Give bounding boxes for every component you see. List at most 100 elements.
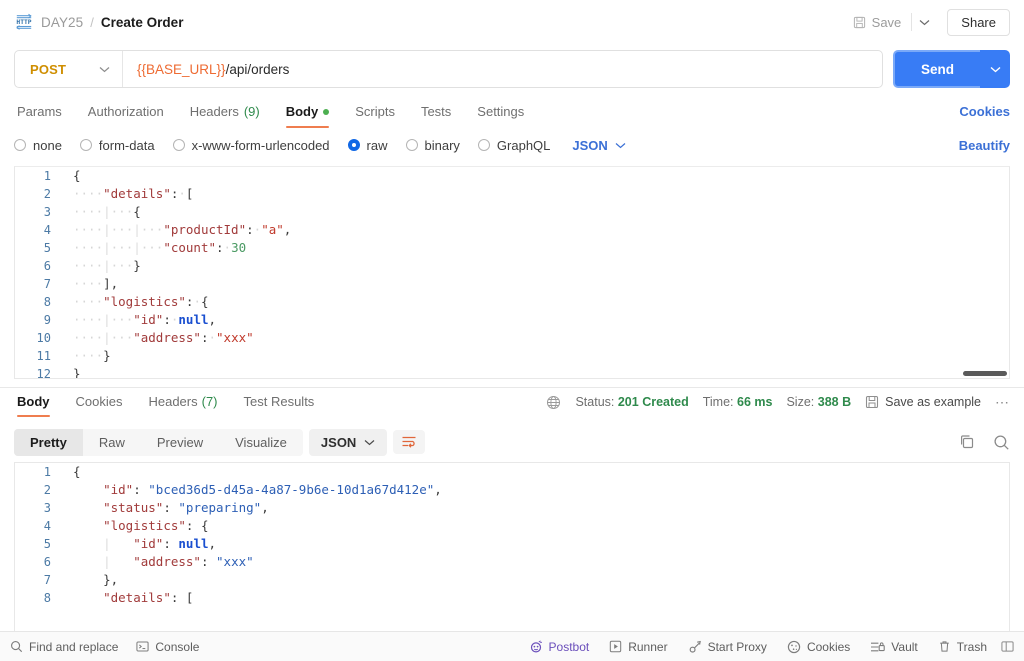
request-tab-body[interactable]: Body bbox=[273, 104, 343, 128]
send-button[interactable]: Send bbox=[892, 50, 980, 88]
code-text[interactable]: } bbox=[63, 365, 1009, 378]
response-view-raw[interactable]: Raw bbox=[83, 429, 141, 456]
time-group: Time: 66 ms bbox=[703, 395, 773, 409]
response-tab-test-results[interactable]: Test Results bbox=[231, 394, 328, 417]
code-text[interactable]: ····"logistics":·{ bbox=[63, 293, 1009, 311]
breadcrumb-collection[interactable]: DAY25 bbox=[41, 15, 83, 30]
request-tab-scripts[interactable]: Scripts bbox=[342, 104, 408, 128]
code-line: 2 ····"details":·[ bbox=[15, 185, 1009, 203]
code-text[interactable]: ····|···"id":·null, bbox=[63, 311, 1009, 329]
request-tab-headers[interactable]: Headers (9) bbox=[177, 104, 273, 128]
code-text[interactable]: | "address": "xxx" bbox=[63, 553, 1009, 571]
request-body-editor[interactable]: 1{2 ····"details":·[3 ····|···{4 ····|···|·… bbox=[14, 166, 1010, 379]
send-button-label: Send bbox=[920, 61, 954, 77]
response-tab-cookies[interactable]: Cookies bbox=[63, 394, 136, 417]
response-view-pretty[interactable]: Pretty bbox=[14, 428, 83, 456]
code-token: ··· bbox=[110, 204, 134, 219]
code-text[interactable]: { bbox=[63, 463, 1009, 481]
globe-icon bbox=[546, 395, 561, 410]
body-mode-none[interactable]: none bbox=[14, 138, 62, 153]
code-text[interactable]: ····|···"address":·"xxx" bbox=[63, 329, 1009, 347]
save-button[interactable]: Save bbox=[845, 10, 910, 35]
postbot-icon bbox=[529, 639, 543, 654]
url-input[interactable]: {{BASE_URL}}/api/orders bbox=[123, 62, 289, 77]
request-tab-settings[interactable]: Settings bbox=[464, 104, 537, 128]
code-text[interactable]: ····"details":·[ bbox=[63, 185, 1009, 203]
request-editor-horizontal-scrollbar[interactable] bbox=[963, 371, 1007, 376]
page-title: Create Order bbox=[100, 14, 184, 30]
panel-toggle-icon[interactable] bbox=[1001, 640, 1014, 653]
response-tab-headers[interactable]: Headers (7) bbox=[135, 394, 230, 417]
line-number: 10 bbox=[36, 331, 51, 345]
code-text[interactable]: | "id": null, bbox=[63, 535, 1009, 553]
code-text[interactable]: ····|···{ bbox=[63, 203, 1009, 221]
code-text[interactable]: ····} bbox=[63, 347, 1009, 365]
code-token: } bbox=[103, 348, 111, 363]
response-view-preview[interactable]: Preview bbox=[141, 429, 219, 456]
code-text[interactable]: "details": [ bbox=[63, 589, 1009, 607]
line-number: 8 bbox=[43, 295, 51, 309]
radio-button[interactable] bbox=[14, 139, 26, 151]
code-token: | bbox=[133, 222, 141, 237]
response-tab-label: Body bbox=[17, 393, 50, 409]
word-wrap-icon[interactable] bbox=[393, 430, 426, 454]
response-view-visualize[interactable]: Visualize bbox=[219, 429, 303, 456]
request-tab-label: Tests bbox=[420, 104, 452, 119]
radio-button[interactable] bbox=[405, 139, 418, 151]
code-text[interactable]: "status": "preparing", bbox=[63, 499, 1009, 517]
request-tab-authorization[interactable]: Authorization bbox=[75, 104, 177, 128]
radio-button[interactable] bbox=[172, 139, 185, 151]
code-text[interactable]: ····|···|···"count":·30 bbox=[63, 239, 1009, 257]
response-tab-body[interactable]: Body bbox=[14, 394, 63, 417]
body-format-label: JSON bbox=[572, 137, 608, 153]
code-text[interactable]: ····|···} bbox=[63, 257, 1009, 275]
code-text[interactable]: { bbox=[63, 167, 1009, 185]
request-cookies-link[interactable]: Cookies bbox=[959, 104, 1010, 128]
copy-icon[interactable] bbox=[959, 434, 975, 450]
status-bar-console[interactable]: Console bbox=[136, 640, 199, 654]
radio-button[interactable] bbox=[79, 139, 92, 151]
code-text[interactable]: }, bbox=[63, 571, 1009, 589]
status-bar-trash[interactable]: Trash bbox=[938, 640, 987, 654]
body-mode-x-www-form-urlencoded[interactable]: x-www-form-urlencoded bbox=[172, 138, 330, 153]
body-mode-binary[interactable]: binary bbox=[405, 138, 460, 153]
save-as-example-button[interactable]: Save as example bbox=[865, 395, 981, 409]
body-mode-form-data[interactable]: form-data bbox=[79, 138, 155, 153]
http-method-select[interactable]: POST bbox=[15, 51, 123, 87]
code-text[interactable]: ····], bbox=[63, 275, 1009, 293]
floppy-disk-icon bbox=[865, 395, 879, 409]
code-token: | bbox=[103, 240, 111, 255]
response-body-viewer[interactable]: 1{2 "id": "bced36d5-d45a-4a87-9b6e-10d1a… bbox=[14, 462, 1010, 631]
code-text[interactable]: "logistics": { bbox=[63, 517, 1009, 535]
body-mode-raw[interactable]: raw bbox=[347, 138, 388, 153]
share-button[interactable]: Share bbox=[947, 8, 1010, 36]
status-bar-find-and-replace[interactable]: Find and replace bbox=[10, 640, 118, 654]
response-tabs: Body Cookies Headers (7) Test Results Status… bbox=[0, 388, 1024, 422]
request-tab-params[interactable]: Params bbox=[14, 104, 75, 128]
code-token: ···· bbox=[73, 240, 104, 255]
status-bar-vault[interactable]: Vault bbox=[870, 640, 918, 654]
code-text[interactable]: "id": "bced36d5-d45a-4a87-9b6e-10d1a67d4… bbox=[63, 481, 1009, 499]
request-tab-tests[interactable]: Tests bbox=[408, 104, 464, 128]
save-options-button[interactable] bbox=[911, 13, 937, 31]
search-icon[interactable] bbox=[993, 434, 1010, 451]
body-format-select[interactable]: JSON bbox=[572, 137, 626, 153]
beautify-button[interactable]: Beautify bbox=[959, 138, 1010, 153]
code-line: 3 ····|···{ bbox=[15, 203, 1009, 221]
radio-button[interactable] bbox=[477, 139, 490, 151]
response-format-select[interactable]: JSON bbox=[308, 428, 388, 456]
request-body-code[interactable]: 1{2 ····"details":·[3 ····|···{4 ····|···|·… bbox=[15, 167, 1009, 378]
ellipsis-icon[interactable]: ⋯ bbox=[995, 394, 1010, 411]
floppy-disk-icon bbox=[853, 16, 866, 29]
status-bar-postbot[interactable]: Postbot bbox=[529, 639, 589, 654]
status-bar-cookies[interactable]: Cookies bbox=[787, 640, 850, 654]
status-bar-start-proxy[interactable]: Start Proxy bbox=[688, 640, 767, 654]
response-body-code[interactable]: 1{2 "id": "bced36d5-d45a-4a87-9b6e-10d1a… bbox=[15, 463, 1009, 607]
code-text[interactable]: ····|···|···"productId":·"a", bbox=[63, 221, 1009, 239]
status-bar-runner[interactable]: Runner bbox=[609, 640, 668, 654]
send-options-button[interactable] bbox=[980, 50, 1010, 88]
body-mode-GraphQL[interactable]: GraphQL bbox=[477, 138, 550, 153]
radio-button[interactable] bbox=[347, 139, 360, 151]
